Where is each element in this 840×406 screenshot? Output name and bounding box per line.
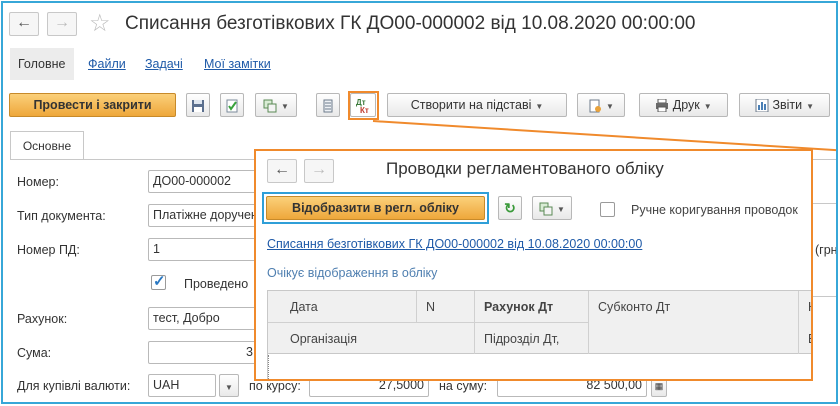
documents-structure-icon	[263, 99, 277, 113]
chevron-down-icon: ▼	[806, 102, 815, 111]
list-icon	[323, 99, 333, 113]
grid-line	[813, 296, 836, 297]
attachments-button[interactable]: ▼	[577, 93, 625, 117]
number-label: Номер:	[17, 175, 59, 189]
chevron-down-icon: ▼	[535, 102, 544, 111]
doctype-field[interactable]: Платіжне доручення	[148, 204, 258, 227]
amount-label: на суму:	[439, 379, 488, 393]
sum-field[interactable]: 3	[148, 341, 258, 364]
calculator-icon: ▦	[654, 381, 664, 391]
rate-label: по курсу:	[249, 379, 301, 393]
related-documents-button[interactable]: ▼	[255, 93, 297, 117]
popup-forward-button[interactable]: →	[304, 159, 334, 183]
refresh-icon: ↻	[504, 200, 516, 216]
save-button[interactable]	[186, 93, 210, 117]
callout-connector	[372, 120, 836, 152]
app-window: ← → ☆ Списання безготівкових ГК ДО00-000…	[1, 1, 838, 404]
window-title: Списання безготівкових ГК ДО00-000002 ві…	[125, 13, 696, 34]
arrow-left-icon: ←	[16, 14, 32, 31]
reflect-highlight	[262, 192, 489, 224]
chevron-down-icon: ▼	[225, 383, 233, 392]
forward-button[interactable]: →	[47, 12, 77, 36]
chevron-down-icon: ▼	[703, 102, 712, 111]
arrow-right-icon: →	[311, 161, 327, 178]
currency-dropdown-button[interactable]: ▼	[219, 374, 239, 397]
doctype-label: Тип документа:	[17, 209, 106, 223]
popup-structure-button[interactable]: ▼	[532, 196, 572, 220]
back-button[interactable]: ←	[9, 12, 39, 36]
manual-adjust-checkbox[interactable]	[600, 202, 615, 217]
sum-label: Сума:	[17, 346, 52, 360]
reports-button[interactable]: Звіти ▼	[739, 93, 830, 117]
column-n[interactable]: N	[426, 300, 435, 314]
chevron-down-icon: ▼	[281, 102, 289, 111]
column-date[interactable]: Дата	[290, 300, 318, 314]
checkmark-icon: ✓	[153, 273, 166, 290]
printer-icon	[656, 99, 669, 113]
post-document-icon	[226, 99, 238, 113]
postings-popup: ← → Проводки регламентованого обліку Від…	[254, 149, 813, 381]
table-body-marker	[268, 355, 269, 379]
chevron-down-icon: ▼	[557, 205, 565, 214]
column-k[interactable]: К	[808, 300, 811, 314]
journal-button[interactable]	[316, 93, 340, 117]
number-field[interactable]: ДО00-000002	[148, 170, 258, 193]
tab-main[interactable]: Головне	[10, 48, 74, 80]
payment-order-number-field[interactable]: 1	[148, 238, 258, 261]
column-department[interactable]: Підрозділ Дт,	[484, 332, 559, 346]
favorite-star-icon[interactable]: ☆	[89, 9, 111, 38]
reports-label: Звіти	[772, 98, 803, 112]
tab-files[interactable]: Файли	[80, 48, 134, 80]
dt-kt-highlight	[348, 91, 379, 120]
manual-adjust-label: Ручне коригування проводок	[631, 203, 798, 217]
arrow-right-icon: →	[54, 14, 70, 31]
print-button[interactable]: Друк ▼	[639, 93, 728, 117]
create-based-on-button[interactable]: Створити на підставі ▼	[387, 93, 567, 117]
postings-table: Дата N Рахунок Дт Субконто Дт К Організа…	[267, 290, 811, 379]
payment-order-number-label: Номер ПД:	[17, 243, 80, 257]
chevron-down-icon: ▼	[606, 102, 614, 111]
print-label: Друк	[672, 98, 700, 112]
tab-notes[interactable]: Мої замітки	[196, 48, 279, 80]
post-button[interactable]	[220, 93, 244, 117]
currency-unit-label: (грн	[815, 243, 838, 257]
popup-back-button[interactable]: ←	[267, 159, 297, 183]
document-link[interactable]: Списання безготівкових ГК ДО00-000002 ві…	[267, 237, 642, 251]
fx-purchase-label: Для купівлі валюти:	[17, 379, 131, 393]
posted-checkbox[interactable]: ✓	[151, 273, 166, 290]
popup-title: Проводки регламентованого обліку	[386, 159, 664, 178]
table-header: Дата N Рахунок Дт Субконто Дт К Організа…	[268, 291, 811, 354]
tab-basic[interactable]: Основне	[10, 131, 84, 160]
column-organization[interactable]: Організація	[290, 332, 357, 346]
document-settings-icon	[589, 99, 602, 113]
floppy-disk-icon	[192, 99, 204, 112]
grid-line	[813, 203, 836, 204]
currency-select[interactable]: UAH	[148, 374, 216, 397]
account-label: Рахунок:	[17, 312, 68, 326]
post-and-close-button[interactable]: Провести і закрити	[9, 93, 176, 117]
posted-label: Проведено	[184, 277, 249, 291]
status-text: Очікує відображення в обліку	[267, 266, 438, 280]
arrow-left-icon: ←	[274, 161, 290, 178]
account-field[interactable]: тест, Добро	[148, 307, 258, 330]
bar-chart-icon	[755, 99, 769, 113]
column-subconto[interactable]: Субконто Дт	[598, 300, 670, 314]
column-debit-account[interactable]: Рахунок Дт	[484, 300, 553, 314]
tab-tasks[interactable]: Задачі	[137, 48, 191, 80]
column-v[interactable]: В	[808, 332, 811, 346]
create-based-label: Створити на підставі	[410, 98, 532, 112]
refresh-button[interactable]: ↻	[498, 196, 522, 220]
documents-structure-icon	[539, 202, 553, 216]
